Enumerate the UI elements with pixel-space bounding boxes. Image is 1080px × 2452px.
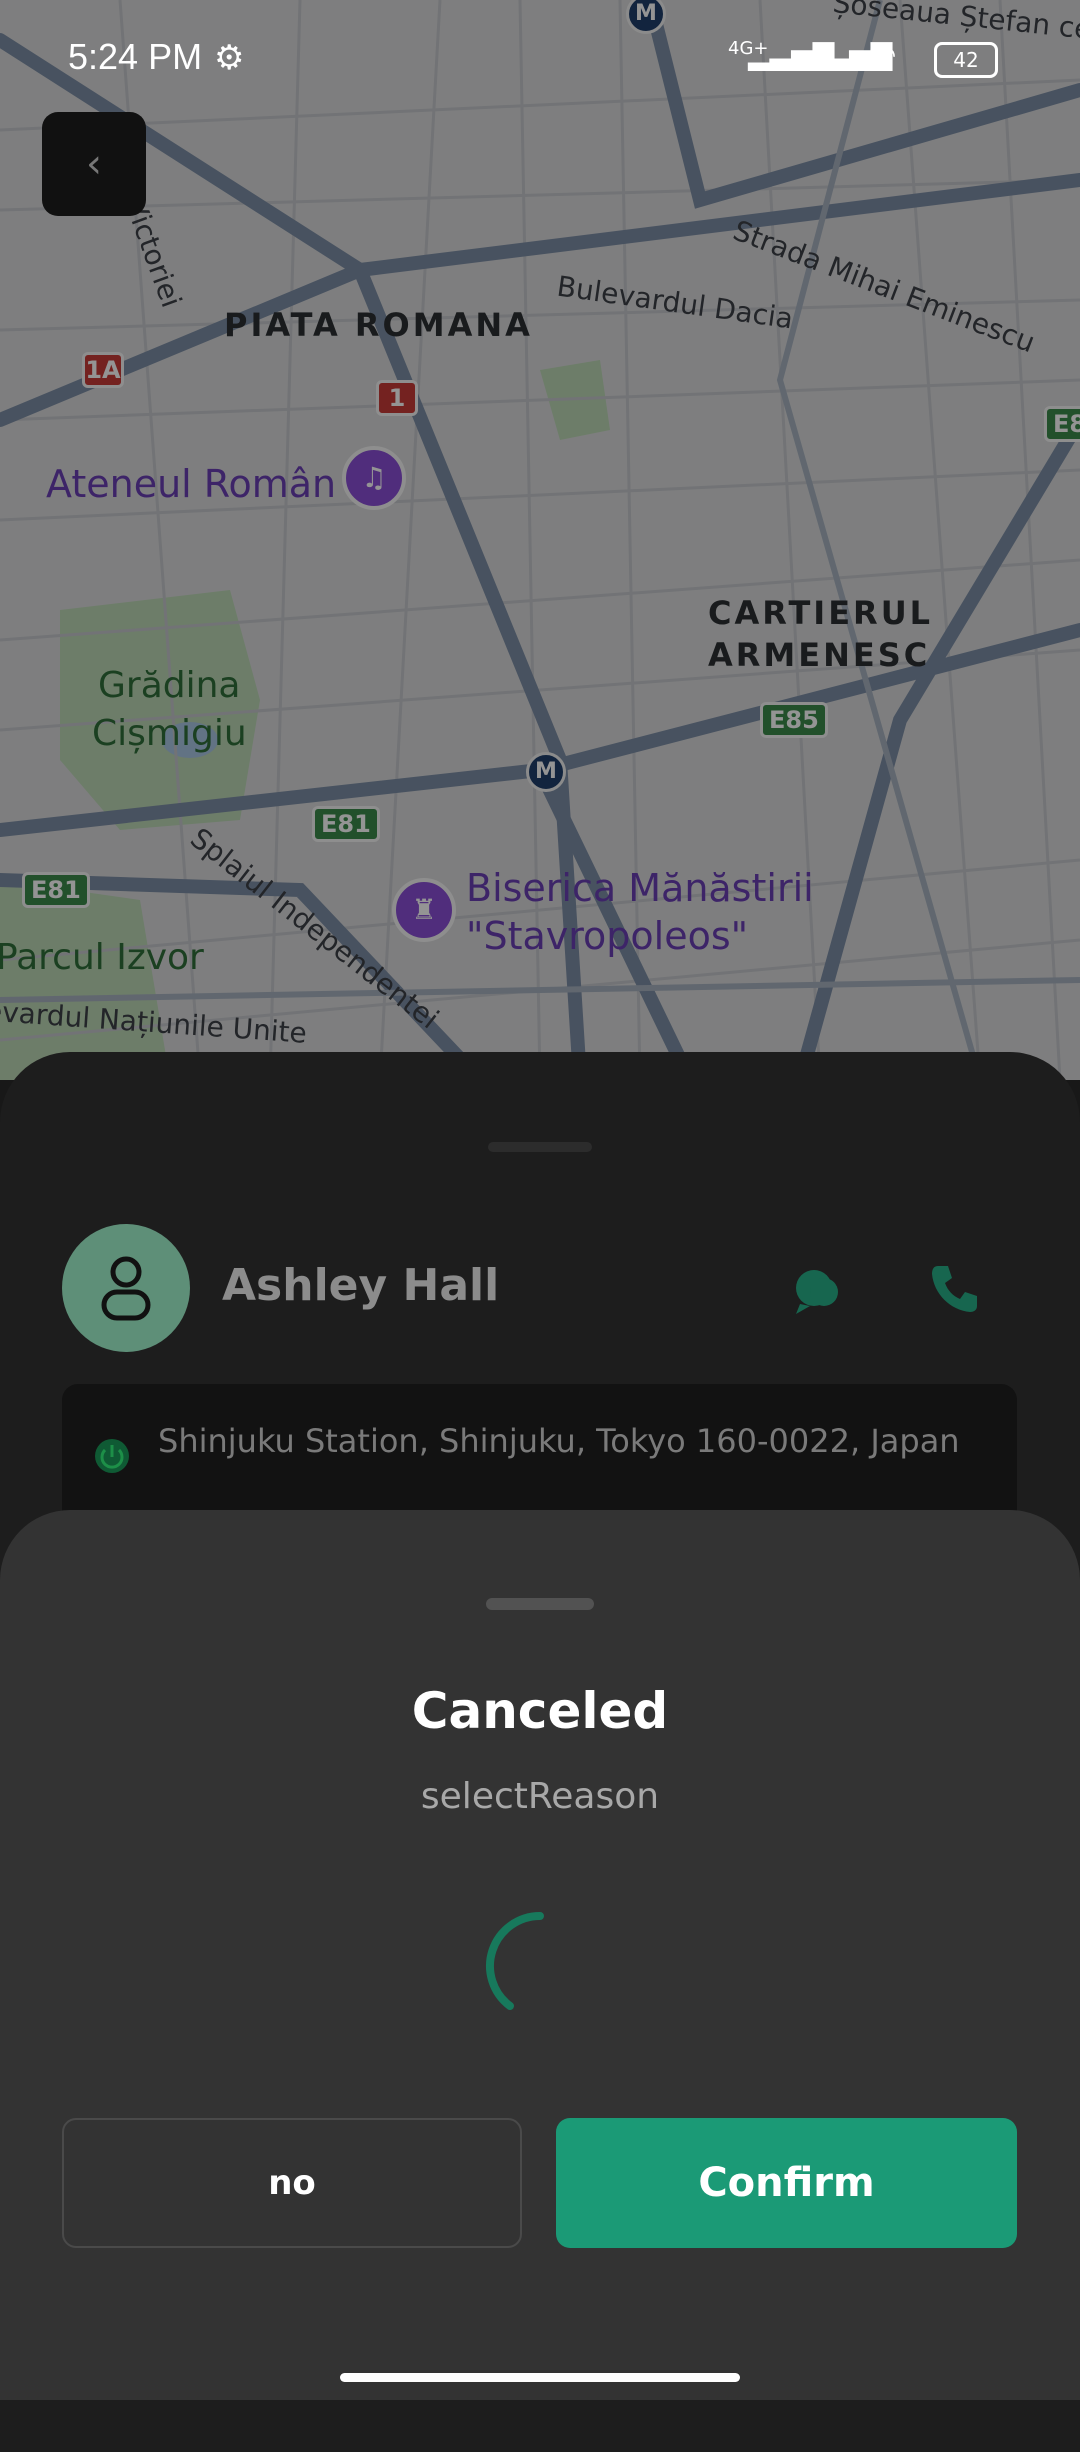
map-poi-label: Ateneul Român [46,462,337,506]
loading-spinner-icon [482,1908,598,2028]
route-shield: 1A [82,352,124,388]
home-indicator[interactable] [340,2373,740,2382]
dialog-subtitle: selectReason [420,1776,660,1817]
map-park-label: Cișmigiu [92,713,247,754]
route-shield: 1 [376,380,418,416]
music-venue-icon[interactable]: ♫ [342,446,406,510]
avatar [62,1224,190,1352]
status-bar: 5:24 PM ⚙ 4G+ ▂▃▅▇ ▂▃▅▇ ◠ 42 [0,0,1080,118]
church-icon[interactable]: ♜ [392,878,456,942]
dialog-title: Canceled [411,1682,669,1740]
map-area-label: PIATA ROMANA [224,306,533,344]
driver-name: Ashley Hall [222,1260,500,1311]
sheet-drag-handle[interactable] [486,1598,594,1610]
phone-icon [932,1266,977,1312]
cancel-confirmation-sheet: Canceled selectReason no Confirm [0,1510,1080,2400]
wifi-icon: ◠ [872,38,897,71]
call-button[interactable] [926,1260,982,1320]
chevron-left-icon: ‹ [86,141,102,187]
battery-icon: 42 [934,42,998,78]
no-button[interactable]: no [62,2118,522,2248]
map-park-label: Grădina [98,665,241,706]
route-shield: E81 [22,872,90,908]
map-area-label: ARMENESC [708,636,931,674]
settings-gear-icon: ⚙ [214,38,245,78]
route-shield: E85 [760,702,828,738]
metro-station-icon[interactable]: M [526,752,566,792]
user-icon [101,1256,151,1321]
map-park-label: Parcul Izvor [0,937,204,978]
chat-icon [796,1270,838,1314]
power-icon [92,1436,132,1480]
map-poi-label: Biserica Mănăstirii [466,866,814,910]
sheet-drag-handle[interactable] [488,1142,592,1152]
route-shield: E81 [312,806,380,842]
pickup-address: Shinjuku Station, Shinjuku, Tokyo 160-00… [158,1422,960,1460]
map-view[interactable]: PIATA ROMANA CARTIERUL ARMENESC Bulevard… [0,0,1080,1080]
chat-button[interactable] [790,1262,846,1322]
confirm-button[interactable]: Confirm [556,2118,1017,2248]
route-shield: E8 [1044,406,1080,442]
status-time: 5:24 PM [68,36,203,77]
map-poi-label: "Stavropoleos" [466,914,749,958]
back-button[interactable]: ‹ [42,112,146,216]
map-area-label: CARTIERUL [708,594,934,632]
